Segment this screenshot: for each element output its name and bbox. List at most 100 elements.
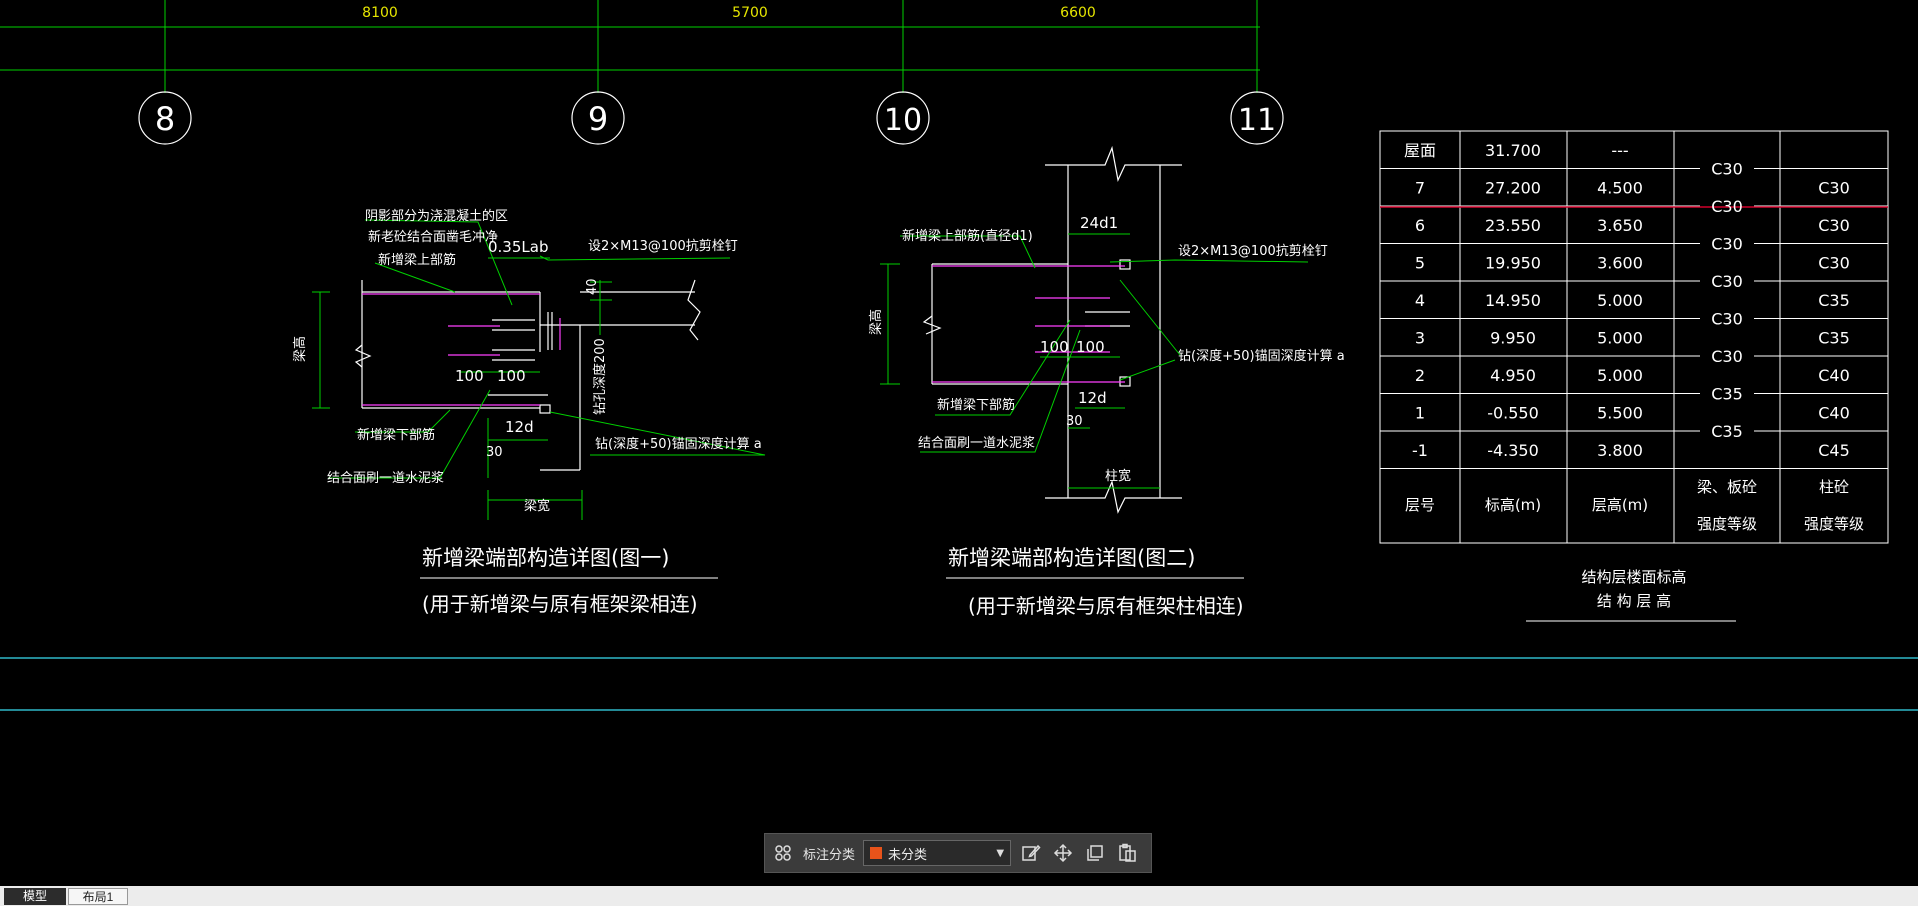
table-cell-column-grade: C35 bbox=[1818, 328, 1850, 347]
note-text: 结合面刷一道水泥浆 bbox=[327, 471, 444, 486]
table-cell-floor: 2 bbox=[1415, 366, 1425, 385]
dim-text: 12d bbox=[1078, 389, 1107, 407]
table-cell-beam-grade: C35 bbox=[1711, 385, 1743, 404]
dim-text: 100 bbox=[497, 367, 526, 385]
note-text: 设2×M13@100抗剪栓钉 bbox=[588, 238, 738, 254]
dim-text: 40 bbox=[585, 278, 600, 295]
note-text: 钻(深度+50)锚固深度计算 a bbox=[1178, 348, 1345, 364]
detail-2-drawing bbox=[880, 145, 1309, 514]
table-cell-elevation: 9.950 bbox=[1490, 328, 1536, 347]
boundary-lines bbox=[0, 657, 1918, 711]
table-cell-beam-grade: C30 bbox=[1711, 160, 1743, 179]
table-cell-elevation: 31.700 bbox=[1485, 141, 1541, 160]
table-cell-elevation: -4.350 bbox=[1487, 441, 1539, 460]
axis-label: 11 bbox=[1238, 103, 1276, 138]
table-caption: 结构层楼面标高 bbox=[1581, 568, 1686, 586]
table-cell-height: 3.650 bbox=[1597, 216, 1643, 235]
table-cell-elevation: -0.550 bbox=[1487, 403, 1539, 422]
table-cell-column-grade: C45 bbox=[1818, 441, 1850, 460]
edit-icon[interactable] bbox=[1019, 841, 1043, 865]
table-header: 标高(m) bbox=[1485, 496, 1541, 514]
table-cell-elevation: 27.200 bbox=[1485, 178, 1541, 197]
dimension-text: 8100 bbox=[362, 5, 398, 21]
note-text: 阴影部分为浇混凝土的区 bbox=[365, 208, 508, 224]
table-cell-floor: 5 bbox=[1415, 253, 1425, 272]
note-text: 设2×M13@100抗剪栓钉 bbox=[1178, 243, 1328, 259]
note-text: 钻(深度+50)锚固深度计算 a bbox=[595, 436, 762, 452]
move-icon[interactable] bbox=[1051, 841, 1075, 865]
table-cell-height: 4.500 bbox=[1597, 178, 1643, 197]
dim-text: 100 bbox=[1040, 338, 1069, 356]
detail-2-title: 新增梁端部构造详图(图二) bbox=[948, 546, 1195, 570]
axis-label: 8 bbox=[155, 100, 175, 138]
table-cell-beam-grade: C30 bbox=[1711, 197, 1743, 216]
table-cell-floor: 4 bbox=[1415, 291, 1425, 310]
table-caption: 结 构 层 高 bbox=[1597, 592, 1671, 610]
table-cell-beam-grade: C30 bbox=[1711, 347, 1743, 366]
dim-text: 柱宽 bbox=[1105, 468, 1131, 484]
dimension-text: 6600 bbox=[1060, 5, 1096, 21]
table-cell-height: --- bbox=[1611, 141, 1628, 160]
table-cell-elevation: 4.950 bbox=[1490, 366, 1536, 385]
dim-text: 100 bbox=[455, 367, 484, 385]
table-cell-column-grade: C30 bbox=[1818, 253, 1850, 272]
grid-icon[interactable] bbox=[771, 841, 795, 865]
axis-bubbles bbox=[138, 91, 1284, 145]
note-text: 结合面刷一道水泥浆 bbox=[918, 436, 1035, 451]
table-cell-height: 5.000 bbox=[1597, 291, 1643, 310]
dimension-text: 5700 bbox=[732, 5, 768, 21]
annotation-toolbar: 标注分类 未分类 ▼ bbox=[764, 833, 1152, 873]
table-cell-floor: 屋面 bbox=[1404, 141, 1436, 160]
axis-label: 9 bbox=[588, 100, 608, 138]
note-text: 新老砼结合面凿毛冲净 bbox=[368, 229, 498, 245]
table-cell-beam-grade: C35 bbox=[1711, 422, 1743, 441]
table-cell-floor: 7 bbox=[1415, 178, 1425, 197]
dim-text: 梁高 bbox=[292, 336, 308, 362]
category-dropdown[interactable]: 未分类 ▼ bbox=[863, 840, 1012, 866]
note-text: 新增梁上部筋(直径d1) bbox=[902, 228, 1033, 244]
table-cell-height: 5.000 bbox=[1597, 328, 1643, 347]
dim-text: 钻孔深度200 bbox=[592, 338, 608, 415]
layout-tab-bar: 模型 布局1 bbox=[0, 886, 1918, 906]
table-cell-height: 5.000 bbox=[1597, 366, 1643, 385]
table-cell-floor: 3 bbox=[1415, 328, 1425, 347]
paste-icon[interactable] bbox=[1115, 841, 1139, 865]
table-header: 层高(m) bbox=[1592, 496, 1648, 514]
table-cell-height: 5.500 bbox=[1597, 403, 1643, 422]
detail-1-subtitle: (用于新增梁与原有框架梁相连) bbox=[422, 592, 698, 616]
tab-model[interactable]: 模型 bbox=[4, 888, 66, 905]
detail-1-title: 新增梁端部构造详图(图一) bbox=[422, 546, 669, 570]
tab-layout1[interactable]: 布局1 bbox=[68, 888, 128, 905]
dim-text: 12d bbox=[505, 418, 534, 436]
note-text: 新增梁下部筋 bbox=[937, 397, 1015, 413]
table-cell-beam-grade: C30 bbox=[1711, 310, 1743, 329]
floor-table-cells: 屋面 31.700 --- 7 27.200 4.500 C30 6 23.550 3.650 C3… bbox=[1404, 141, 1850, 460]
table-cell-column-grade: C30 bbox=[1818, 178, 1850, 197]
table-header: 强度等级 bbox=[1804, 515, 1864, 533]
table-header: 层号 bbox=[1405, 496, 1435, 514]
table-cell-beam-grade: C30 bbox=[1711, 272, 1743, 291]
table-cell-elevation: 23.550 bbox=[1485, 216, 1541, 235]
table-cell-column-grade: C35 bbox=[1818, 291, 1850, 310]
table-cell-height: 3.600 bbox=[1597, 253, 1643, 272]
table-cell-floor: 6 bbox=[1415, 216, 1425, 235]
table-cell-floor: -1 bbox=[1412, 441, 1428, 460]
dim-text: 30 bbox=[1066, 414, 1083, 429]
drawing-canvas[interactable]: 8100 5700 6600 8 9 10 11 阴影部分为浇混凝土的区 新老砼… bbox=[0, 0, 1918, 886]
axis-label: 10 bbox=[884, 103, 922, 138]
table-cell-floor: 1 bbox=[1415, 403, 1425, 422]
table-cell-height: 3.800 bbox=[1597, 441, 1643, 460]
table-header: 梁、板砼 bbox=[1697, 478, 1757, 496]
table-cell-column-grade: C40 bbox=[1818, 403, 1850, 422]
chevron-down-icon: ▼ bbox=[996, 847, 1005, 859]
dim-text: 24d1 bbox=[1080, 214, 1118, 232]
table-cell-elevation: 19.950 bbox=[1485, 253, 1541, 272]
copy-icon[interactable] bbox=[1083, 841, 1107, 865]
detail-2-subtitle: (用于新增梁与原有框架柱相连) bbox=[968, 594, 1244, 618]
table-cell-beam-grade: C30 bbox=[1711, 235, 1743, 254]
table-cell-column-grade: C30 bbox=[1818, 216, 1850, 235]
table-cell-column-grade: C40 bbox=[1818, 366, 1850, 385]
category-label: 标注分类 bbox=[803, 847, 856, 863]
table-header: 强度等级 bbox=[1697, 515, 1757, 533]
table-header: 柱砼 bbox=[1819, 478, 1849, 496]
